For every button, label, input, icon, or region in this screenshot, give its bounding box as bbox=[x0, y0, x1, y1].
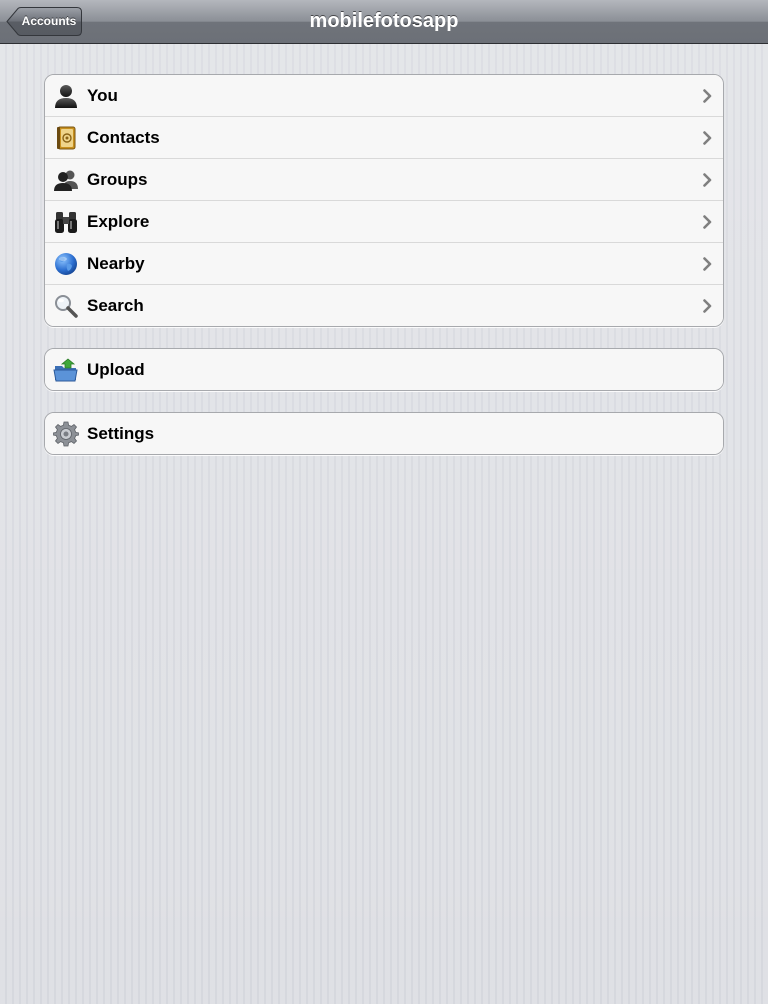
page-title: mobilefotosapp bbox=[309, 10, 459, 32]
upload-folder-icon bbox=[53, 357, 79, 383]
navigation-bar: Accounts mobilefotosapp bbox=[0, 0, 768, 44]
menu-item-explore[interactable]: Explore bbox=[45, 200, 723, 242]
globe-icon bbox=[53, 251, 79, 277]
menu-item-contacts[interactable]: Contacts bbox=[45, 116, 723, 158]
menu-item-label: Settings bbox=[87, 423, 155, 443]
main-menu-group: You Contacts Groups Explore Nearby Searc… bbox=[44, 74, 724, 327]
chevron-right-icon bbox=[703, 88, 712, 103]
gear-icon bbox=[53, 421, 79, 447]
chevron-right-icon bbox=[703, 256, 712, 271]
chevron-right-icon bbox=[703, 172, 712, 187]
person-icon bbox=[53, 83, 79, 109]
menu-item-label: Upload bbox=[87, 359, 145, 379]
binoculars-icon bbox=[53, 209, 79, 235]
chevron-right-icon bbox=[703, 214, 712, 229]
group-icon bbox=[53, 167, 79, 193]
menu-item-settings[interactable]: Settings bbox=[45, 413, 723, 454]
magnifier-icon bbox=[53, 293, 79, 319]
menu-item-label: You bbox=[87, 85, 118, 105]
menu-item-label: Contacts bbox=[87, 127, 160, 147]
address-book-icon bbox=[53, 125, 79, 151]
menu-item-label: Search bbox=[87, 295, 144, 315]
menu-item-you[interactable]: You bbox=[45, 75, 723, 116]
menu-item-label: Explore bbox=[87, 211, 150, 231]
upload-group: Upload bbox=[44, 348, 724, 391]
menu-item-label: Groups bbox=[87, 169, 148, 189]
menu-item-nearby[interactable]: Nearby bbox=[45, 242, 723, 284]
menu-item-search[interactable]: Search bbox=[45, 284, 723, 326]
chevron-right-icon bbox=[703, 130, 712, 145]
settings-group: Settings bbox=[44, 412, 724, 455]
menu-item-upload[interactable]: Upload bbox=[45, 349, 723, 390]
menu-item-label: Nearby bbox=[87, 253, 145, 273]
menu-item-groups[interactable]: Groups bbox=[45, 158, 723, 200]
chevron-right-icon bbox=[703, 298, 712, 313]
